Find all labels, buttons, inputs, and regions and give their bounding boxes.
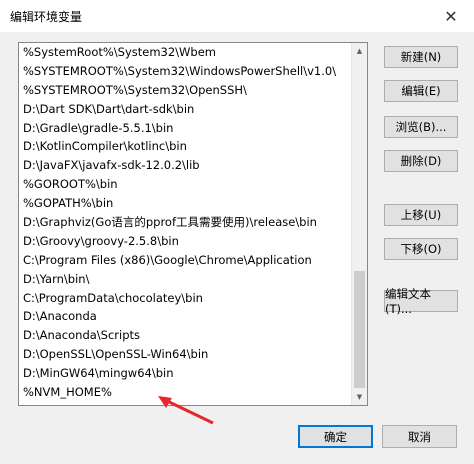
path-list-item[interactable]: %GOPATH%\bin	[19, 194, 355, 213]
cancel-button[interactable]: 取消	[382, 425, 457, 448]
path-list-item[interactable]: D:\OpenSSL\OpenSSL-Win64\bin	[19, 345, 355, 364]
path-list-item[interactable]: C:\Program Files (x86)\Google\Chrome\App…	[19, 251, 355, 270]
ok-button[interactable]: 确定	[298, 425, 373, 448]
window-title: 编辑环境变量	[10, 10, 83, 24]
path-list-item[interactable]: %SYSTEMROOT%\System32\WindowsPowerShell\…	[19, 62, 355, 81]
path-list-item[interactable]: %GOROOT%\bin	[19, 175, 355, 194]
path-list-item[interactable]: D:\KotlinCompiler\kotlinc\bin	[19, 137, 355, 156]
path-list-item[interactable]: C:\ProgramData\chocolatey\bin	[19, 289, 355, 308]
close-icon[interactable]: ✕	[428, 0, 474, 32]
delete-button[interactable]: 删除(D)	[384, 150, 458, 172]
vertical-scrollbar[interactable]: ▲ ▼	[351, 43, 367, 405]
edit-text-button[interactable]: 编辑文本(T)...	[384, 287, 458, 316]
browse-button[interactable]: 浏览(B)...	[384, 116, 458, 138]
path-list-item[interactable]: %SystemRoot%\System32\Wbem	[19, 43, 355, 62]
scroll-down-icon[interactable]: ▼	[352, 389, 367, 405]
path-list-items: %SystemRoot%\System32\Wbem %SYSTEMROOT%\S…	[19, 43, 355, 405]
path-list-item[interactable]: D:\Yarn\bin\	[19, 270, 355, 289]
path-list-item[interactable]: D:\JavaFX\javafx-sdk-12.0.2\lib	[19, 156, 355, 175]
scrollbar-thumb[interactable]	[354, 271, 365, 388]
path-list[interactable]: %SystemRoot%\System32\Wbem %SYSTEMROOT%\S…	[18, 42, 368, 406]
path-list-item[interactable]: D:\Anaconda	[19, 307, 355, 326]
title-bar: 编辑环境变量 ✕	[0, 0, 474, 32]
scroll-up-icon[interactable]: ▲	[352, 43, 367, 59]
move-down-button[interactable]: 下移(O)	[384, 238, 458, 260]
dialog-body: %SystemRoot%\System32\Wbem %SYSTEMROOT%\S…	[0, 32, 474, 464]
path-list-item[interactable]: %NVM_HOME%	[19, 383, 355, 402]
path-list-item[interactable]: D:\Graphviz(Go语言的pprof工具需要使用)\release\bi…	[19, 213, 355, 232]
path-list-item[interactable]: D:\Anaconda\Scripts	[19, 326, 355, 345]
path-list-item[interactable]: D:\MinGW64\mingw64\bin	[19, 364, 355, 383]
path-list-item[interactable]: D:\Dart SDK\Dart\dart-sdk\bin	[19, 100, 355, 119]
path-list-item[interactable]: %SYSTEMROOT%\System32\OpenSSH\	[19, 81, 355, 100]
edit-button[interactable]: 编辑(E)	[384, 80, 458, 102]
path-list-item[interactable]: D:\Gradle\gradle-5.5.1\bin	[19, 119, 355, 138]
move-up-button[interactable]: 上移(U)	[384, 204, 458, 226]
path-list-item[interactable]: D:\Groovy\groovy-2.5.8\bin	[19, 232, 355, 251]
new-button[interactable]: 新建(N)	[384, 46, 458, 68]
path-list-item[interactable]: %NVM_SYMLINK%	[19, 402, 355, 405]
